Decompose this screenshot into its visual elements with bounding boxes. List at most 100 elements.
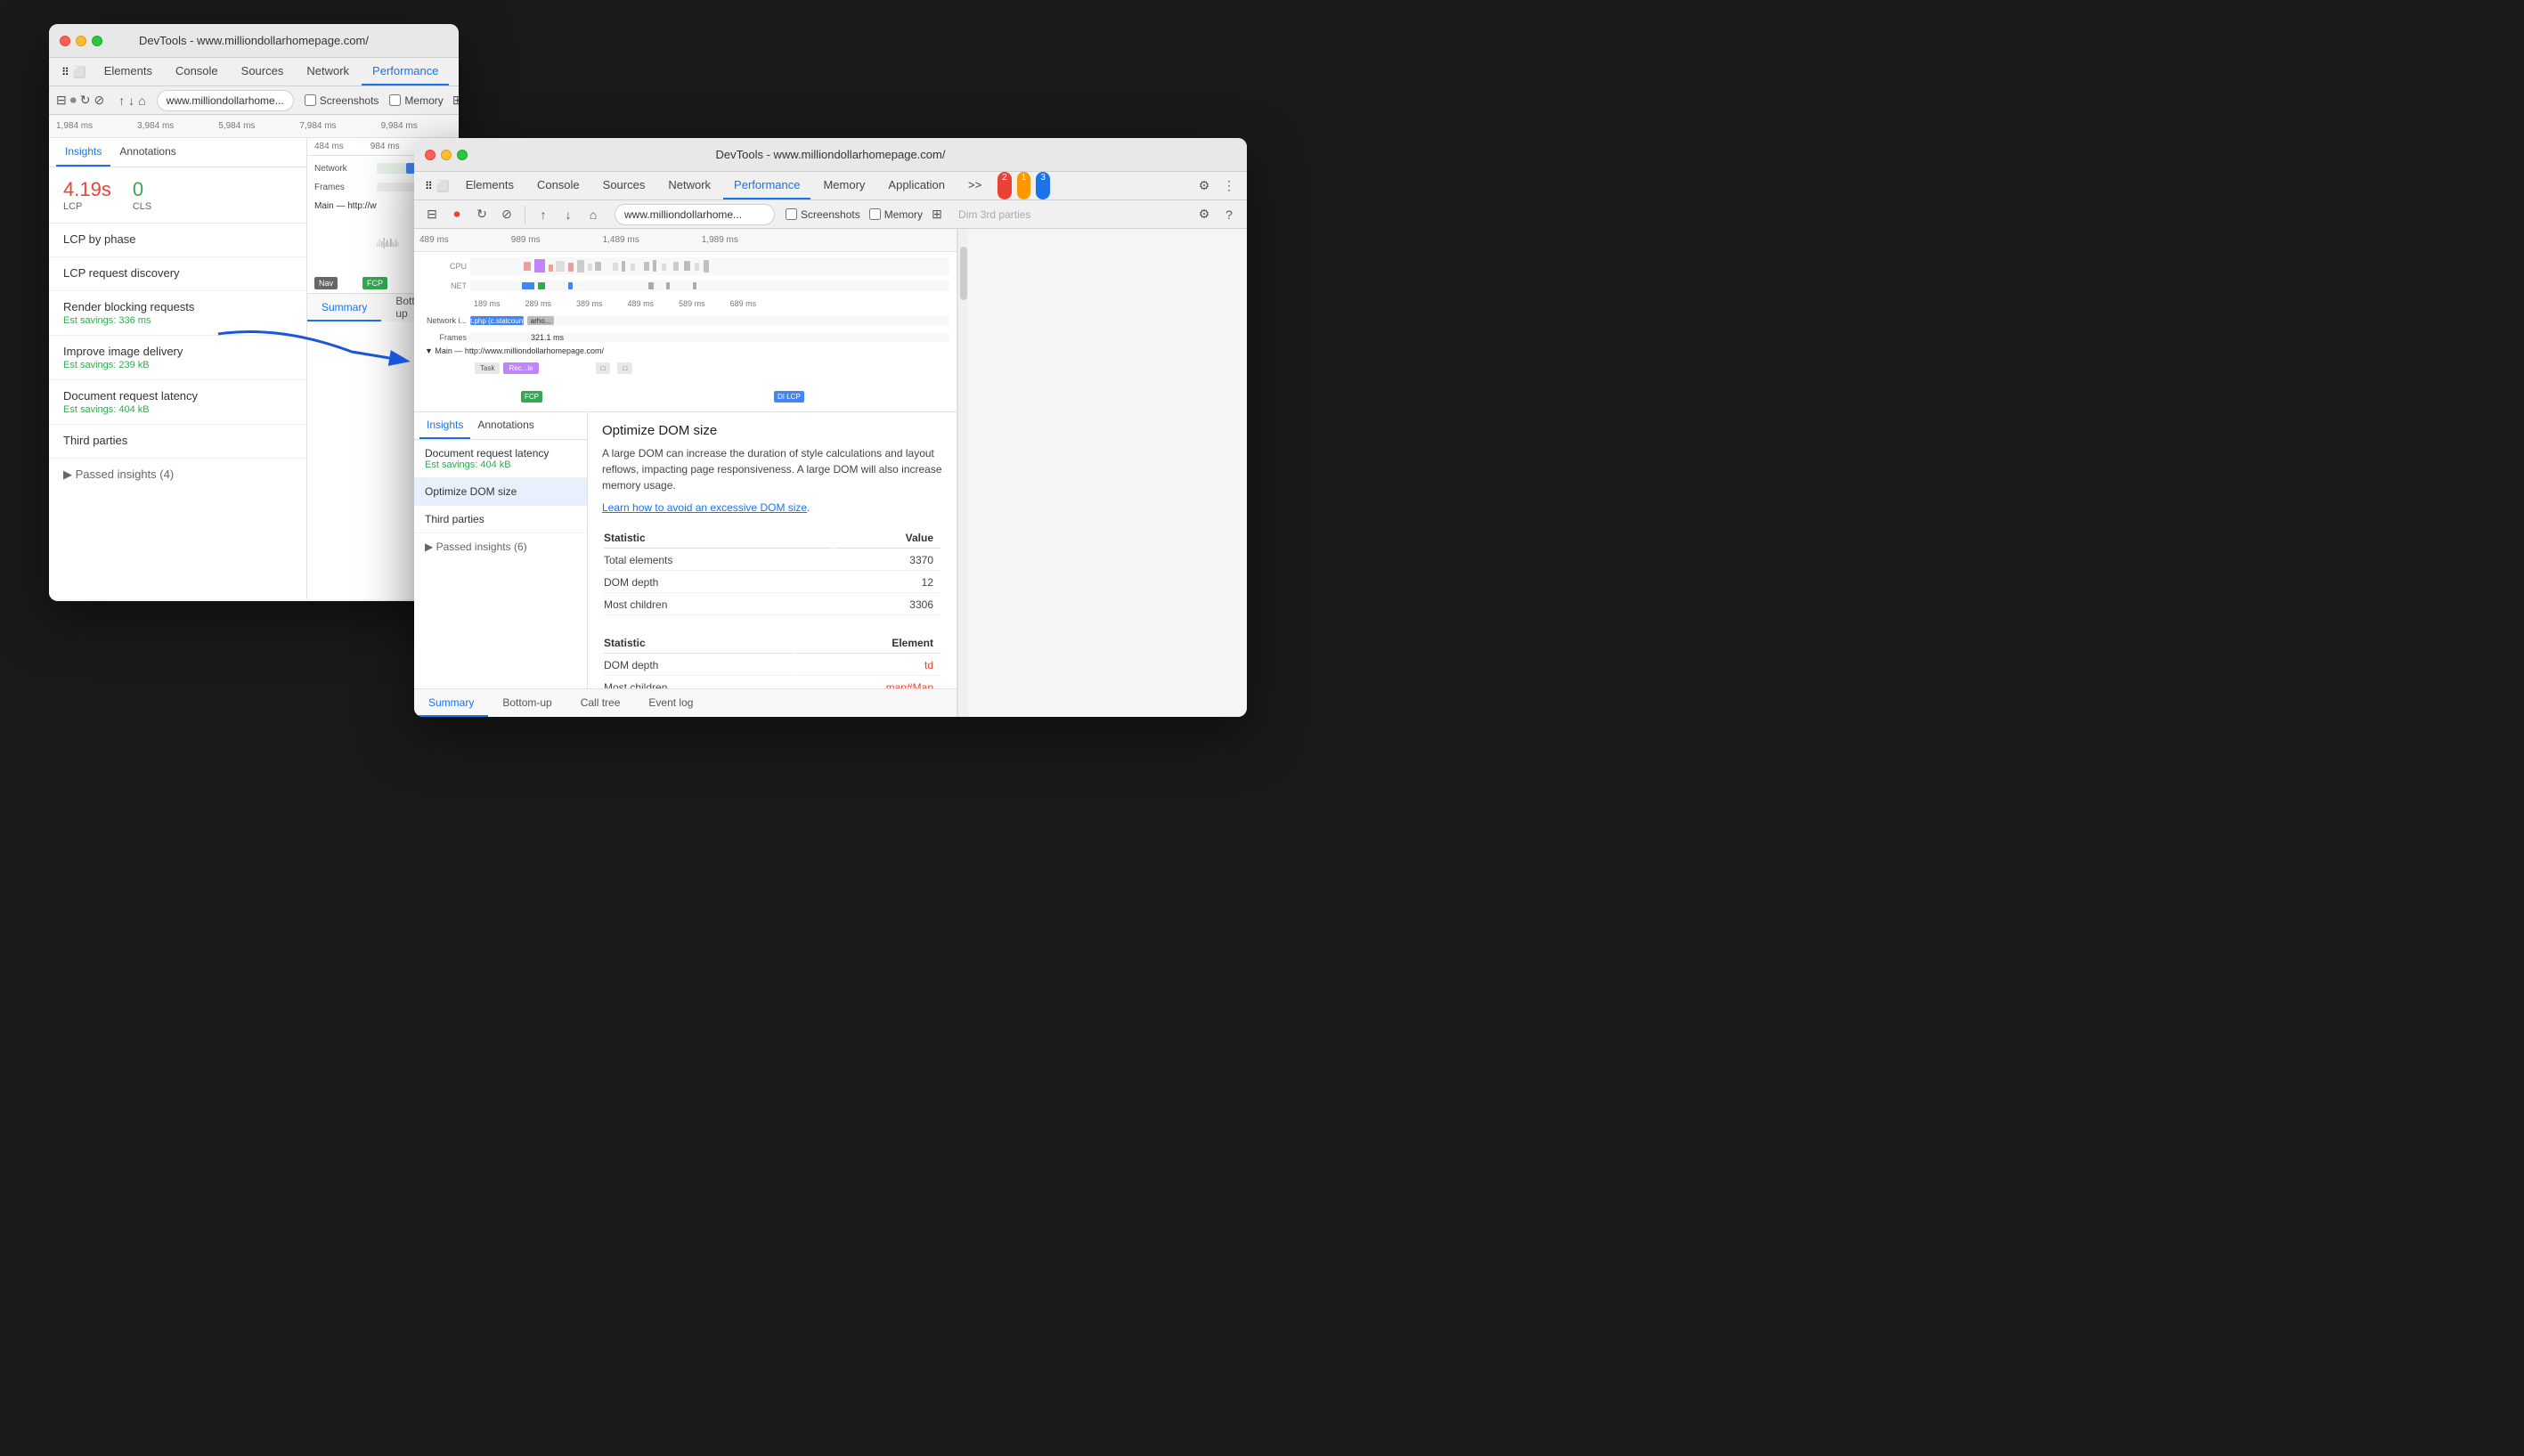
home-icon-2[interactable]: ⌂: [582, 204, 604, 225]
traffic-lights-1: [60, 36, 102, 46]
tab-insights-2[interactable]: Insights: [419, 412, 470, 439]
window-title-1: DevTools - www.milliondollarhomepage.com…: [139, 34, 369, 47]
cpu-track-2: CPU: [421, 256, 949, 277]
passed-insights-1[interactable]: ▶ Passed insights (4): [49, 459, 306, 491]
tab-network-1[interactable]: Network: [296, 58, 360, 85]
tab-performance-2[interactable]: Performance: [723, 172, 810, 199]
metrics-row-1: 4.19s LCP 0 CLS: [49, 167, 306, 224]
close-button-2[interactable]: [425, 150, 436, 160]
tab-more-2[interactable]: >>: [957, 172, 992, 199]
dock-icon-1[interactable]: ⊟: [56, 90, 67, 111]
more-icon-2[interactable]: ⋮: [1218, 175, 1240, 197]
devtools-icons-2[interactable]: ⠿ ⬜: [421, 172, 453, 199]
window-title-2: DevTools - www.milliondollarhomepage.com…: [716, 148, 946, 161]
calltree-tab-2[interactable]: Call tree: [566, 689, 635, 717]
stats-table-2: Statistic Element DOM depth td Most chil…: [602, 631, 942, 688]
insight-doc-latency-2[interactable]: Document request latency Est savings: 40…: [414, 440, 587, 478]
bottomup-tab-2[interactable]: Bottom-up: [488, 689, 566, 717]
reload-icon-1[interactable]: ↻: [80, 90, 91, 111]
insight-lcp-discovery[interactable]: LCP request discovery: [49, 257, 306, 291]
timeline-ruler-1: 1,984 ms 3,984 ms 5,984 ms 7,984 ms 9,98…: [49, 115, 459, 138]
nav-badge-1: Nav: [314, 277, 338, 289]
third-parties-label-2: Third parties: [425, 513, 576, 525]
fcp-badge-1: FCP: [362, 277, 387, 289]
third-parties-label-1: Third parties: [63, 434, 292, 447]
clear-icon-1[interactable]: ⊘: [94, 90, 104, 111]
reload-icon-2[interactable]: ↻: [471, 204, 493, 225]
devtools-icon-1[interactable]: ⠿ ⬜: [56, 58, 92, 85]
download-icon-2[interactable]: ↓: [558, 204, 579, 225]
screenshots-checkbox-2[interactable]: Screenshots: [786, 208, 860, 221]
insight-doc-latency[interactable]: Document request latency Est savings: 40…: [49, 380, 306, 425]
record-icon-2[interactable]: ⏺: [446, 204, 468, 225]
screenshots-checkbox-1[interactable]: Screenshots: [305, 94, 379, 107]
record-icon-1[interactable]: ⏺: [70, 90, 77, 111]
task-badge: Task: [475, 362, 500, 374]
summary-tab-2[interactable]: Summary: [414, 689, 488, 717]
download-icon-1[interactable]: ↓: [128, 90, 134, 111]
tab-elements-1[interactable]: Elements: [94, 58, 163, 85]
toolbar-2: ⊟ ⏺ ↻ ⊘ ↑ ↓ ⌂ www.milliondollarhome... S…: [414, 200, 1247, 229]
scroll-thumb-2[interactable]: [960, 247, 967, 300]
main-track-label-2: ▼ Main — http://www.milliondollarhomepag…: [421, 346, 949, 361]
dock-icon-2[interactable]: ⊟: [421, 204, 443, 225]
detail-body: A large DOM can increase the duration of…: [602, 445, 942, 493]
insight-third-parties-1[interactable]: Third parties: [49, 425, 306, 459]
url-bar-1[interactable]: www.milliondollarhome...: [157, 90, 294, 111]
capture-icon-2[interactable]: ⊞: [926, 204, 948, 225]
tab-elements-2[interactable]: Elements: [455, 172, 525, 199]
settings-icon-2[interactable]: ⚙: [1193, 175, 1215, 197]
stat-row-total: Total elements 3370: [604, 550, 940, 571]
upload-icon-1[interactable]: ↑: [118, 90, 125, 111]
tab-annotations-2[interactable]: Annotations: [470, 412, 541, 439]
insight-third-parties-2[interactable]: Third parties: [414, 506, 587, 533]
upload-icon-2[interactable]: ↑: [533, 204, 554, 225]
insight-optimize-dom-2[interactable]: Optimize DOM size: [414, 478, 587, 506]
memory-checkbox-2[interactable]: Memory: [869, 208, 923, 221]
settings3-icon-2[interactable]: ⚙: [1193, 204, 1215, 225]
tab-application-2[interactable]: Application: [877, 172, 956, 199]
passed-insights-2[interactable]: ▶ Passed insights (6): [414, 533, 587, 560]
tab-network-2[interactable]: Network: [657, 172, 721, 199]
tab-insights-1[interactable]: Insights: [56, 138, 110, 167]
minimize-button-1[interactable]: [76, 36, 86, 46]
titlebar-2: DevTools - www.milliondollarhomepage.com…: [414, 138, 1247, 172]
tab-memory-1[interactable]: Memory: [451, 58, 459, 85]
network-track-2: Network i... t.php (c.statcounter.co... …: [421, 313, 949, 329]
maximize-button-2[interactable]: [457, 150, 468, 160]
scrollbar-2[interactable]: [957, 229, 968, 717]
eventlog-tab-2[interactable]: Event log: [634, 689, 707, 717]
clear-icon-2[interactable]: ⊘: [496, 204, 517, 225]
summary-tab-1[interactable]: Summary: [307, 294, 381, 321]
content-area-2: 489 ms 989 ms 1,489 ms 1,989 ms CPU: [414, 229, 1247, 717]
close-button-1[interactable]: [60, 36, 70, 46]
help-icon-2[interactable]: ?: [1218, 204, 1240, 225]
insight-image-delivery[interactable]: Improve image delivery Est savings: 239 …: [49, 336, 306, 380]
insights-detail-row: Insights Annotations Document request la…: [414, 412, 957, 688]
maximize-button-1[interactable]: [92, 36, 102, 46]
tab-sources-2[interactable]: Sources: [592, 172, 656, 199]
elem-row-children: Most children map#Map: [604, 678, 940, 688]
metric-cls-1: 0 CLS: [133, 178, 151, 212]
tab-console-1[interactable]: Console: [165, 58, 229, 85]
insight-lcp-phase[interactable]: LCP by phase: [49, 224, 306, 257]
tab-console-2[interactable]: Console: [526, 172, 590, 199]
dilcp-marker-2: DI LCP: [774, 391, 804, 403]
net-track-2: NET: [421, 279, 949, 293]
home-icon-1[interactable]: ⌂: [138, 90, 145, 111]
url-bar-2[interactable]: www.milliondollarhome...: [615, 204, 775, 225]
content-area-1: Insights Annotations 4.19s LCP 0 CLS LCP…: [49, 138, 459, 599]
stat-row-children: Most children 3306: [604, 595, 940, 615]
minimize-button-2[interactable]: [441, 150, 452, 160]
insights-tabs-1: Insights Annotations: [49, 138, 306, 167]
memory-checkbox-1[interactable]: Memory: [389, 94, 443, 107]
tab-performance-1[interactable]: Performance: [362, 58, 449, 85]
titlebar-1: DevTools - www.milliondollarhomepage.com…: [49, 24, 459, 58]
capture-icon-1[interactable]: ⊞: [447, 90, 459, 111]
tab-sources-1[interactable]: Sources: [231, 58, 295, 85]
tab-memory-2[interactable]: Memory: [812, 172, 875, 199]
tab-annotations-1[interactable]: Annotations: [110, 138, 184, 167]
detail-link[interactable]: Learn how to avoid an excessive DOM size: [602, 501, 807, 514]
nav-tabs-2: ⠿ ⬜ Elements Console Sources Network Per…: [414, 172, 1247, 200]
insight-render-blocking[interactable]: Render blocking requests Est savings: 33…: [49, 291, 306, 336]
